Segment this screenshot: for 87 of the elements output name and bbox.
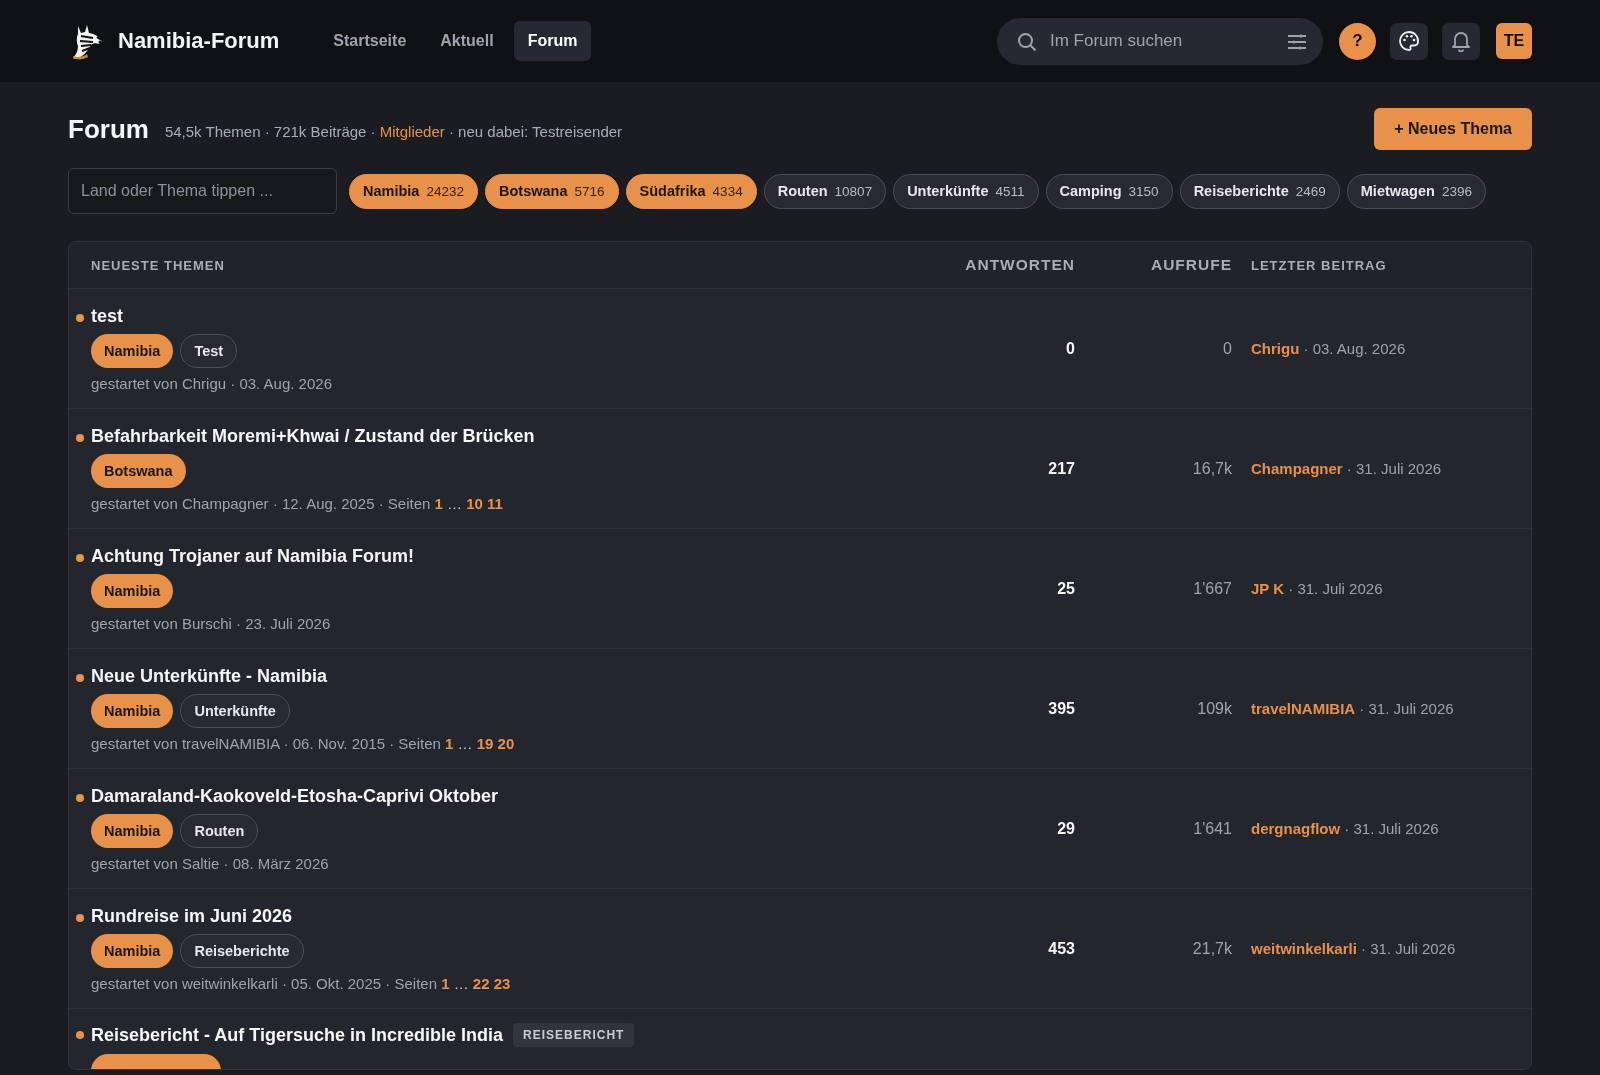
last-post: JP K · 31. Juli 2026: [1250, 580, 1384, 597]
user-avatar[interactable]: TE: [1496, 23, 1532, 59]
page-title: Forum: [68, 113, 149, 145]
page-link[interactable]: 1: [445, 734, 454, 752]
filter-field[interactable]: Land oder Thema tippen ...: [68, 168, 337, 214]
filter-chip[interactable]: Unterkünfte 4511: [893, 173, 1039, 209]
page-link[interactable]: 1: [441, 974, 450, 992]
topic-meta: gestartet von Burschi · 23. Juli 2026: [91, 614, 332, 632]
notifications-button[interactable]: [1442, 22, 1480, 60]
topic-meta: gestartet von Champagner · 12. Aug. 2025 · Seiten 1 … 10 11: [91, 494, 504, 512]
topic-title[interactable]: Neue Unterkünfte - Namibia: [91, 665, 328, 687]
nav-tab[interactable]: Aktuell: [426, 21, 508, 61]
filter-chip[interactable]: Reiseberichte 2469: [1179, 173, 1340, 209]
filter-chip[interactable]: Namibia 24232: [349, 173, 478, 209]
filter-chip[interactable]: Mietwagen 2396: [1346, 173, 1486, 209]
help-button[interactable]: ?: [1339, 22, 1376, 60]
reply-count: 453: [1048, 939, 1075, 958]
topic-title[interactable]: Befahrbarkeit Moremi+Khwai / Zustand der Brücken: [91, 425, 535, 447]
page-link[interactable]: 1: [434, 494, 443, 512]
palette-icon: [1398, 30, 1420, 52]
reply-count: 217: [1048, 459, 1075, 478]
site-name[interactable]: Namibia-Forum: [118, 28, 280, 54]
search-field[interactable]: Im Forum suchen: [997, 17, 1323, 65]
topic-tag[interactable]: Unterkünfte: [180, 693, 290, 728]
page-link[interactable]: 11: [487, 494, 503, 512]
view-count: 1'641: [1193, 819, 1232, 838]
user-link[interactable]: travelNAMIBIA: [1251, 700, 1356, 717]
topic-tag[interactable]: Botswana: [91, 453, 186, 488]
filter-chip[interactable]: Routen 10807: [763, 173, 887, 209]
last-post: dergnagflow · 31. Juli 2026: [1250, 820, 1440, 837]
members-link[interactable]: Mitglieder: [379, 122, 445, 140]
reply-count: 395: [1048, 699, 1075, 718]
filter-chip[interactable]: Botswana 5716: [484, 173, 619, 209]
topic-meta: gestartet von weitwinkelkarli · 05. Okt. 2025 · Seiten 1 … 22 23: [91, 974, 512, 992]
topic-tag[interactable]: Namibia: [91, 933, 174, 968]
user-link[interactable]: weitwinkelkarli: [1251, 940, 1357, 957]
topic-tag[interactable]: Namibia: [91, 573, 174, 608]
topic-meta: gestartet von Saltie · 08. März 2026: [91, 854, 330, 872]
topic-title[interactable]: test: [91, 305, 123, 327]
topic-tag[interactable]: Namibia: [91, 693, 174, 728]
user-link[interactable]: JP K: [1251, 580, 1285, 597]
nav-tab[interactable]: Forum: [513, 21, 592, 61]
page-link[interactable]: 10: [466, 494, 483, 512]
new-topic-button[interactable]: + Neues Thema: [1374, 108, 1532, 150]
search-icon: [1017, 31, 1037, 52]
forum-stats: 54,5k Themen · 721k Beiträge · Mitglieder · neu dabei: Testreisender: [164, 121, 624, 140]
topic-title[interactable]: Damaraland-Kaokoveld-Etosha-Caprivi Oktober: [91, 785, 499, 807]
topic-tag[interactable]: Routen: [180, 813, 259, 848]
last-post: Champagner · 31. Juli 2026: [1250, 460, 1443, 477]
user-link[interactable]: dergnagflow: [1251, 820, 1341, 837]
column-header: ANTWORTEN: [965, 256, 1075, 274]
topic-badge: REISEBERICHT: [513, 1023, 635, 1047]
page-link[interactable]: 23: [493, 974, 511, 992]
bell-icon: [1451, 30, 1471, 52]
page-link[interactable]: 19: [476, 734, 494, 752]
user-link[interactable]: Champagner: [1251, 460, 1343, 477]
view-count: 1'667: [1193, 579, 1232, 598]
topic-title[interactable]: Rundreise im Juni 2026: [91, 905, 293, 927]
last-post: weitwinkelkarli · 31. Juli 2026: [1250, 940, 1457, 957]
filter-chip[interactable]: Südafrika 4334: [625, 173, 757, 209]
last-post: Chrigu · 03. Aug. 2026: [1250, 340, 1407, 357]
view-count: 21,7k: [1192, 939, 1232, 958]
reply-count: 29: [1057, 819, 1075, 838]
topic-tag[interactable]: Namibia: [91, 813, 174, 848]
last-post: travelNAMIBIA · 31. Juli 2026: [1250, 700, 1455, 717]
column-header: NEUESTE THEMEN: [91, 257, 226, 273]
view-count: 0: [1223, 339, 1232, 358]
user-link[interactable]: Chrigu: [1251, 340, 1300, 357]
nav-tab[interactable]: Startseite: [319, 21, 421, 61]
topic-title[interactable]: Reisebericht - Auf Tigersuche in Incredible India: [91, 1024, 504, 1046]
topic-tag[interactable]: Test: [180, 333, 238, 368]
topic-meta: gestartet von travelNAMIBIA · 06. Nov. 2015 · Seiten 1 … 19 20: [91, 734, 516, 752]
filter-chip[interactable]: Camping 3150: [1045, 173, 1173, 209]
reply-count: 0: [1066, 339, 1075, 358]
column-header: LETZTER BEITRAG: [1250, 257, 1388, 273]
topic-title[interactable]: Achtung Trojaner auf Namibia Forum!: [91, 545, 415, 567]
topic-meta: gestartet von Chrigu · 03. Aug. 2026: [91, 374, 333, 392]
theme-button[interactable]: [1390, 22, 1428, 60]
reply-count: 25: [1057, 579, 1075, 598]
column-header: AUFRUFE: [1150, 256, 1232, 274]
filter-icon[interactable]: [1287, 33, 1307, 50]
page-link[interactable]: 20: [497, 734, 515, 752]
topic-tag[interactable]: Reiseberichte: [180, 933, 304, 968]
topic-tag[interactable]: Namibia: [91, 333, 174, 368]
page-link[interactable]: 22: [472, 974, 490, 992]
view-count: 109k: [1197, 699, 1232, 718]
view-count: 16,7k: [1192, 459, 1232, 478]
